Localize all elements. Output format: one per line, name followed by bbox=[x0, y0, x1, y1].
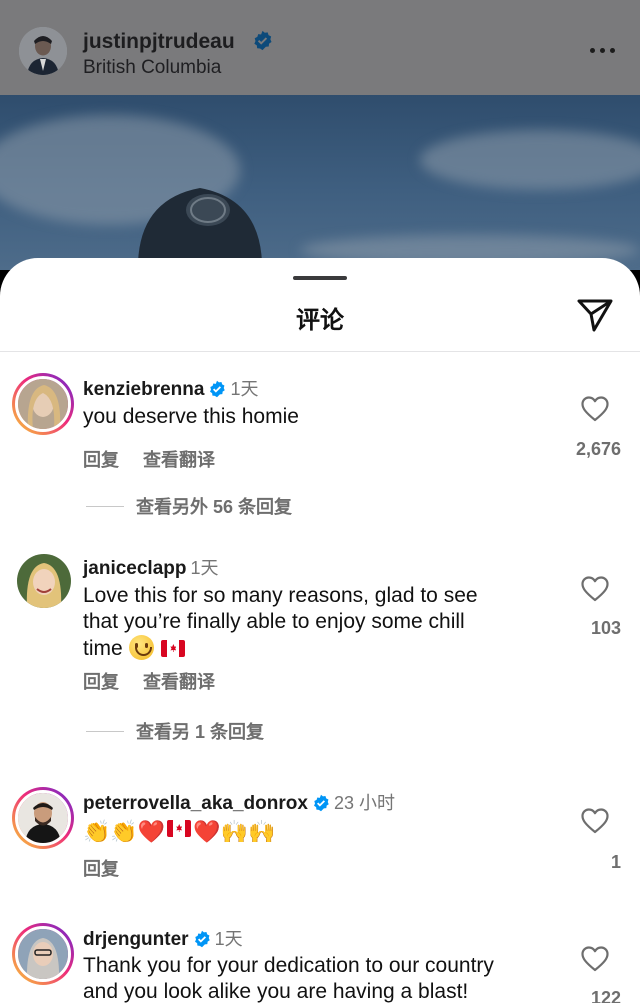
reply-button[interactable]: 回复 bbox=[83, 672, 119, 692]
heart-icon[interactable] bbox=[581, 576, 609, 602]
like-count: 2,676 bbox=[575, 439, 621, 459]
avatar[interactable] bbox=[12, 923, 74, 985]
comment-text-line-with-emoji: time bbox=[83, 635, 543, 662]
comment-actions: 回复 查看翻译 bbox=[83, 446, 239, 472]
post-author-avatar[interactable] bbox=[19, 27, 67, 75]
reply-button[interactable]: 回复 bbox=[83, 450, 119, 470]
canada-flag-emoji bbox=[161, 640, 186, 657]
comment-actions: 回复 bbox=[83, 855, 143, 881]
avatar[interactable] bbox=[17, 554, 71, 608]
raised-hands-emoji: 🙌 bbox=[220, 819, 249, 844]
comment-time: 1天 bbox=[190, 558, 219, 578]
like-count: 122 bbox=[590, 988, 621, 1003]
comment-time: 1天 bbox=[230, 379, 259, 399]
view-replies-label[interactable]: 查看另外 56 条回复 bbox=[136, 493, 292, 519]
raised-hands-emoji: 🙌 bbox=[248, 819, 276, 844]
comment-text: Thank you for your dedication to our cou… bbox=[83, 953, 543, 1003]
heart-icon[interactable] bbox=[581, 396, 609, 422]
comments-sheet: 评论 kenziebrenna 1天 you deserve this homie bbox=[0, 258, 640, 1003]
comment-username[interactable]: drjengunter 1天 bbox=[83, 925, 243, 951]
post-author-username[interactable]: justinpjtrudeau bbox=[83, 30, 235, 54]
comment-time: 1天 bbox=[214, 929, 243, 949]
like-count: 103 bbox=[590, 618, 621, 638]
cap-photo-subject bbox=[137, 188, 263, 270]
comment-emoji-text: 👏👏❤️ ❤️🙌🙌 bbox=[83, 815, 543, 845]
verified-icon bbox=[254, 30, 272, 51]
comment-text: you deserve this homie bbox=[83, 405, 299, 428]
post-location[interactable]: British Columbia bbox=[83, 57, 221, 79]
view-replies-label[interactable]: 查看另 1 条回复 bbox=[136, 718, 264, 744]
like-count: 1 bbox=[610, 852, 621, 872]
verified-icon bbox=[194, 930, 210, 948]
heart-emoji: ❤️ bbox=[137, 819, 166, 844]
comment-text-line: Thank you for your dedication to our cou… bbox=[83, 954, 494, 977]
heart-emoji: ❤️ bbox=[193, 819, 221, 844]
translate-button[interactable]: 查看翻译 bbox=[143, 672, 215, 692]
post-image[interactable] bbox=[0, 95, 640, 270]
more-icon[interactable] bbox=[590, 40, 620, 60]
sheet-title: 评论 bbox=[296, 307, 344, 334]
comment-time: 23 小时 bbox=[333, 793, 395, 813]
replies-line bbox=[86, 730, 124, 732]
heart-icon[interactable] bbox=[581, 946, 609, 972]
comment-text-line: and you look alike you are having a blas… bbox=[83, 980, 469, 1003]
post-header: justinpjtrudeau British Columbia bbox=[0, 0, 640, 95]
translate-button[interactable]: 查看翻译 bbox=[143, 450, 215, 470]
sheet-grabber[interactable] bbox=[293, 276, 347, 280]
username-text[interactable]: kenziebrenna bbox=[83, 379, 204, 400]
comment-username[interactable]: peterrovella_aka_donrox 23 小时 bbox=[83, 789, 395, 815]
canada-flag-emoji bbox=[167, 820, 192, 837]
comment-text-line: Love this for so many reasons, glad to s… bbox=[83, 584, 478, 607]
verified-icon bbox=[313, 794, 329, 812]
sheet-divider bbox=[0, 351, 640, 352]
comment-text-line: that you’re finally able to enjoy some c… bbox=[83, 610, 465, 633]
clap-emoji: 👏 bbox=[83, 819, 111, 844]
heart-icon[interactable] bbox=[581, 808, 609, 834]
comment-username[interactable]: kenziebrenna 1天 bbox=[83, 375, 258, 401]
share-icon[interactable] bbox=[577, 298, 613, 332]
clap-emoji: 👏 bbox=[110, 819, 138, 844]
smiley-emoji bbox=[128, 635, 154, 660]
comment-username[interactable]: janiceclapp 1天 bbox=[83, 554, 219, 580]
avatar[interactable] bbox=[12, 373, 74, 435]
username-text[interactable]: janiceclapp bbox=[83, 558, 187, 579]
comment-text-end: time bbox=[83, 637, 123, 660]
reply-button[interactable]: 回复 bbox=[83, 859, 119, 879]
replies-line bbox=[86, 505, 124, 507]
comment-text: Love this for so many reasons, glad to s… bbox=[83, 583, 543, 662]
instagram-post-screen: justinpjtrudeau British Columbia 评论 kenz… bbox=[0, 0, 640, 1003]
view-replies-button[interactable]: 查看另 1 条回复 bbox=[86, 718, 264, 744]
username-text[interactable]: peterrovella_aka_donrox bbox=[83, 793, 308, 814]
view-replies-button[interactable]: 查看另外 56 条回复 bbox=[86, 493, 292, 519]
verified-icon bbox=[210, 380, 226, 398]
avatar[interactable] bbox=[12, 787, 74, 849]
comment-actions: 回复 查看翻译 bbox=[83, 668, 239, 694]
username-text[interactable]: drjengunter bbox=[83, 929, 189, 950]
